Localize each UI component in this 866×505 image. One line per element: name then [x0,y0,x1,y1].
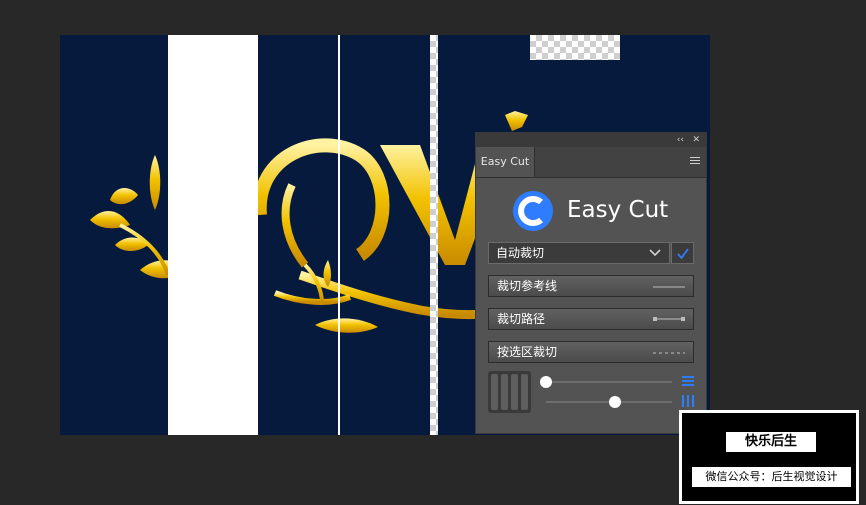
confirm-checkbox[interactable] [671,242,694,264]
slider-2-knob[interactable] [609,396,622,408]
horizontal-lines-icon[interactable] [682,376,694,386]
chevron-down-icon [649,249,661,257]
path-line-icon [653,317,685,321]
slices-preview-icon [488,371,531,413]
vertical-lines-icon[interactable] [682,395,694,407]
panel-menu-icon[interactable] [690,157,700,166]
cut-mode-value: 自动裁切 [496,246,545,260]
tab-easy-cut[interactable]: Easy Cut [476,147,535,177]
checkmark-icon [677,248,689,259]
transparent-cut-seam [430,35,438,435]
cut-selection-label: 按选区裁切 [497,345,558,359]
solid-line-icon [653,286,685,288]
cut-guides-label: 裁切参考线 [497,279,558,293]
watermark-title: 快乐后生 [726,432,816,452]
slider-2[interactable] [546,396,672,408]
slider-1[interactable] [540,376,672,388]
cut-path-label: 裁切路径 [497,312,546,326]
dashed-line-icon [653,352,685,354]
transparent-area [530,35,620,60]
easy-cut-logo-icon [513,191,553,231]
cut-mode-dropdown[interactable]: 自动裁切 [488,242,670,264]
app-name: Easy Cut [567,197,669,223]
cut-path-button[interactable]: 裁切路径 [488,308,694,330]
easy-cut-panel: ‹‹ ✕ Easy Cut Easy Cut 自动裁切 裁切参考线 裁切路径 按… [475,132,707,434]
cut-guide-line [338,35,340,435]
close-icon[interactable]: ✕ [692,133,700,147]
panel-tab-row: Easy Cut [476,147,706,178]
panel-title-bar[interactable]: ‹‹ ✕ [476,133,706,147]
white-cut-strip [168,35,258,435]
watermark-box: 快乐后生 微信公众号：后生视觉设计 [679,410,859,504]
cut-guides-button[interactable]: 裁切参考线 [488,275,694,297]
cut-selection-button[interactable]: 按选区裁切 [488,341,694,363]
collapse-icon[interactable]: ‹‹ [677,133,684,147]
watermark-subtitle: 微信公众号：后生视觉设计 [692,467,851,487]
slider-1-knob[interactable] [540,376,552,388]
